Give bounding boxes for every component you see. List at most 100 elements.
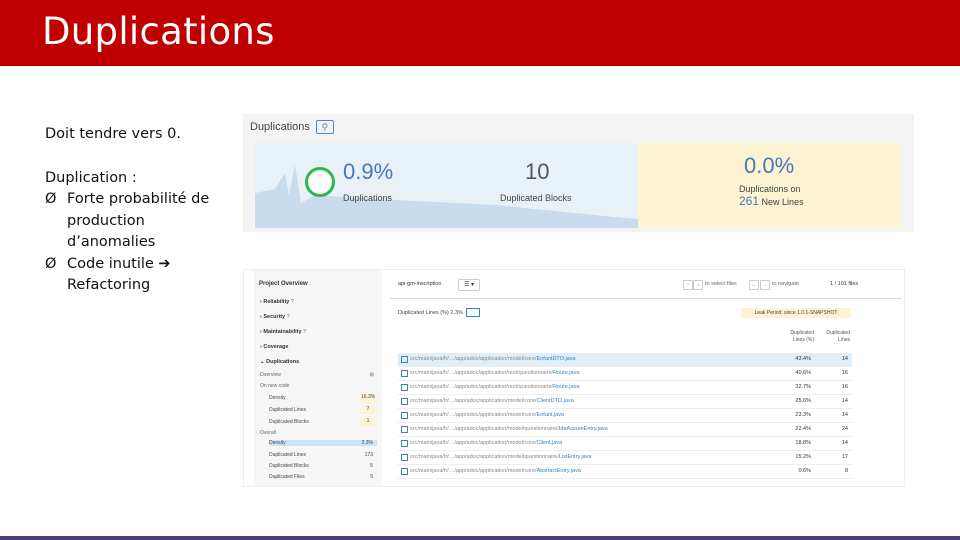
file-name[interactable]: Client.java — [537, 440, 563, 446]
dup-lines: 8 — [844, 468, 848, 474]
dup-pct: 22.4% — [795, 426, 811, 432]
metric-label: Duplicated Files — [269, 474, 305, 480]
summary-header-label: Duplications — [250, 121, 310, 133]
file-path: src/main/java/fr/…/app/adoc/application/… — [410, 468, 537, 474]
summary-header: Duplications ⚲ — [250, 120, 334, 134]
project-breadcrumb[interactable]: api-gm-inscription — [398, 281, 441, 287]
table-row[interactable]: src/main/java/fr/…/app/adoc/application/… — [398, 395, 852, 409]
nav-metric-new-dup-blocks[interactable]: Duplicated Blocks 1 — [269, 418, 377, 426]
metric-filter: Duplicated Lines (%) 2.3% — [398, 308, 480, 317]
table-row[interactable]: src/main/java/fr/…/app/adoc/application/… — [398, 381, 852, 395]
duplicated-blocks-value[interactable]: 10 — [525, 159, 549, 185]
file-path: src/main/java/fr/…/app/adoc/application/… — [410, 426, 559, 432]
key-left-icon: ← — [749, 280, 759, 290]
key-up-icon: ↑ — [683, 280, 693, 290]
nav-metric-dup-blocks[interactable]: Duplicated Blocks 5 — [269, 463, 377, 469]
nav-metric-new-density[interactable]: Density 16.3% — [269, 394, 377, 402]
metric-value: 5 — [370, 474, 373, 480]
dup-lines: 24 — [841, 426, 848, 432]
dup-pct: 15.2% — [795, 454, 811, 460]
edit-icon[interactable] — [465, 308, 480, 317]
measures-sidebar: Project Overview › Reliability ? › Secur… — [254, 270, 382, 486]
duplicated-blocks-label: Duplicated Blocks — [500, 193, 572, 203]
duplications-value[interactable]: 0.9% — [343, 159, 393, 185]
body-line-1: Doit tendre vers 0. — [45, 126, 181, 142]
dup-pct: 40.6% — [795, 370, 811, 376]
nav-metric-density[interactable]: Density 2.3% — [269, 440, 377, 446]
nav-maintainability[interactable]: › Maintainability ? — [260, 329, 306, 335]
nav-coverage[interactable]: › Coverage — [260, 344, 288, 350]
file-path: src/main/java/fr/…/app/adoc/application/… — [410, 412, 537, 418]
nav-reliability[interactable]: › Reliability ? — [260, 299, 294, 305]
file-name[interactable]: ListEntry.java — [559, 454, 592, 460]
file-name[interactable]: Route.java — [553, 370, 579, 376]
file-icon — [401, 398, 408, 405]
table-row[interactable]: src/main/java/fr/…/app/adoc/application/… — [398, 465, 852, 479]
col-dup-lines[interactable]: Duplicated Lines — [820, 330, 850, 344]
dup-pct: 23.3% — [795, 412, 811, 418]
file-path: src/main/java/fr/…/app/adoc/application/… — [410, 398, 537, 404]
project-overview-link[interactable]: Project Overview — [259, 281, 308, 287]
dup-pct: 43.4% — [795, 356, 811, 362]
new-duplications-value[interactable]: 0.0% — [744, 153, 794, 179]
table-row[interactable]: src/main/java/fr/…/app/adoc/application/… — [398, 367, 852, 381]
file-name[interactable]: ClientDTO.java — [537, 398, 574, 404]
file-icon — [401, 384, 408, 391]
table-row[interactable]: src/main/java/fr/…/app/adoc/application/… — [398, 353, 852, 367]
nav-duplications[interactable]: ⌄ Duplications — [260, 359, 299, 365]
dup-pct: 18.8% — [795, 440, 811, 446]
nav-security-label: Security — [263, 314, 286, 320]
file-name[interactable]: EnfantDTO.java — [537, 356, 576, 362]
col-dup-lines-pct[interactable]: Duplicated Lines (%) — [782, 330, 814, 344]
nav-overview[interactable]: Overview ⊞ — [260, 372, 376, 378]
new-code-panel: 0.0% Duplications on 261 New Lines — [638, 143, 901, 228]
nav-security[interactable]: › Security ? — [260, 314, 290, 320]
nav-metric-dup-files[interactable]: Duplicated Files 5 — [269, 474, 377, 480]
metric-label: Duplicated Lines — [269, 452, 306, 458]
nav-metric-new-dup-lines[interactable]: Duplicated Lines 7 — [269, 406, 377, 414]
view-select[interactable]: ☰ ▾ — [458, 279, 480, 291]
table-row[interactable]: src/main/java/fr/…/app/adoc/application/… — [398, 423, 852, 437]
nav-maintainability-label: Maintainability — [263, 329, 302, 335]
body-line-2: Duplication : — [45, 169, 137, 186]
dup-lines: 17 — [841, 454, 848, 460]
files-toolbar: api-gm-inscription ☰ ▾ ↑ ↓ to select fil… — [390, 278, 902, 292]
dup-lines: 14 — [841, 412, 848, 418]
metric-value: 2.3% — [361, 440, 373, 446]
file-name[interactable]: AbstractEntry.java — [537, 468, 581, 474]
nav-metric-dup-lines[interactable]: Duplicated Lines 173 — [269, 452, 377, 458]
overall-panel: 0.9% Duplications 10 Duplicated Blocks — [255, 143, 638, 228]
file-path: src/main/java/fr/…/app/adoc/application/… — [410, 370, 554, 376]
help-icon[interactable]: ? — [287, 314, 290, 320]
metric-label: Duplicated Blocks — [269, 463, 309, 469]
file-path: src/main/java/fr/…/app/adoc/application/… — [410, 384, 554, 390]
file-icon — [401, 412, 408, 419]
bullet-1: Ø Forte probabilité de production d’anom… — [45, 189, 235, 254]
file-icon — [401, 370, 408, 377]
metric-value: 1 — [361, 418, 375, 426]
link-icon[interactable]: ⚲ — [315, 120, 334, 134]
file-name[interactable]: IdeAssureEntry.java — [559, 426, 608, 432]
slide-body: Doit tendre vers 0. Duplication : Ø Fort… — [45, 124, 235, 297]
metric-value: 173 — [364, 452, 373, 458]
bullet-2-continuation: Refactoring — [67, 277, 151, 293]
help-icon[interactable]: ? — [291, 299, 294, 305]
dup-lines: 16 — [841, 384, 848, 390]
dup-lines: 14 — [841, 398, 848, 404]
duplications-drilldown-screenshot: Project Overview › Reliability ? › Secur… — [243, 269, 905, 487]
metric-label: Duplicated Lines — [269, 407, 306, 413]
file-icon — [401, 440, 408, 447]
file-name[interactable]: Route.java — [553, 384, 579, 390]
help-icon[interactable]: ? — [303, 329, 306, 335]
table-row[interactable]: src/main/java/fr/…/app/adoc/application/… — [398, 437, 852, 451]
file-name[interactable]: Enfant.java — [537, 412, 565, 418]
new-duplications-label: Duplications on 261 New Lines — [739, 183, 804, 208]
navigate-hint: to navigate — [772, 281, 799, 287]
new-lines-value[interactable]: 261 — [739, 194, 759, 208]
on-new-code-label: On new code — [260, 383, 290, 389]
table-row[interactable]: src/main/java/fr/…/app/adoc/application/… — [398, 451, 852, 465]
chart-icon: ⊞ — [369, 372, 374, 378]
table-row[interactable]: src/main/java/fr/…/app/adoc/application/… — [398, 409, 852, 423]
dup-pct: 32.7% — [795, 384, 811, 390]
nav-overview-label: Overview — [260, 372, 281, 378]
